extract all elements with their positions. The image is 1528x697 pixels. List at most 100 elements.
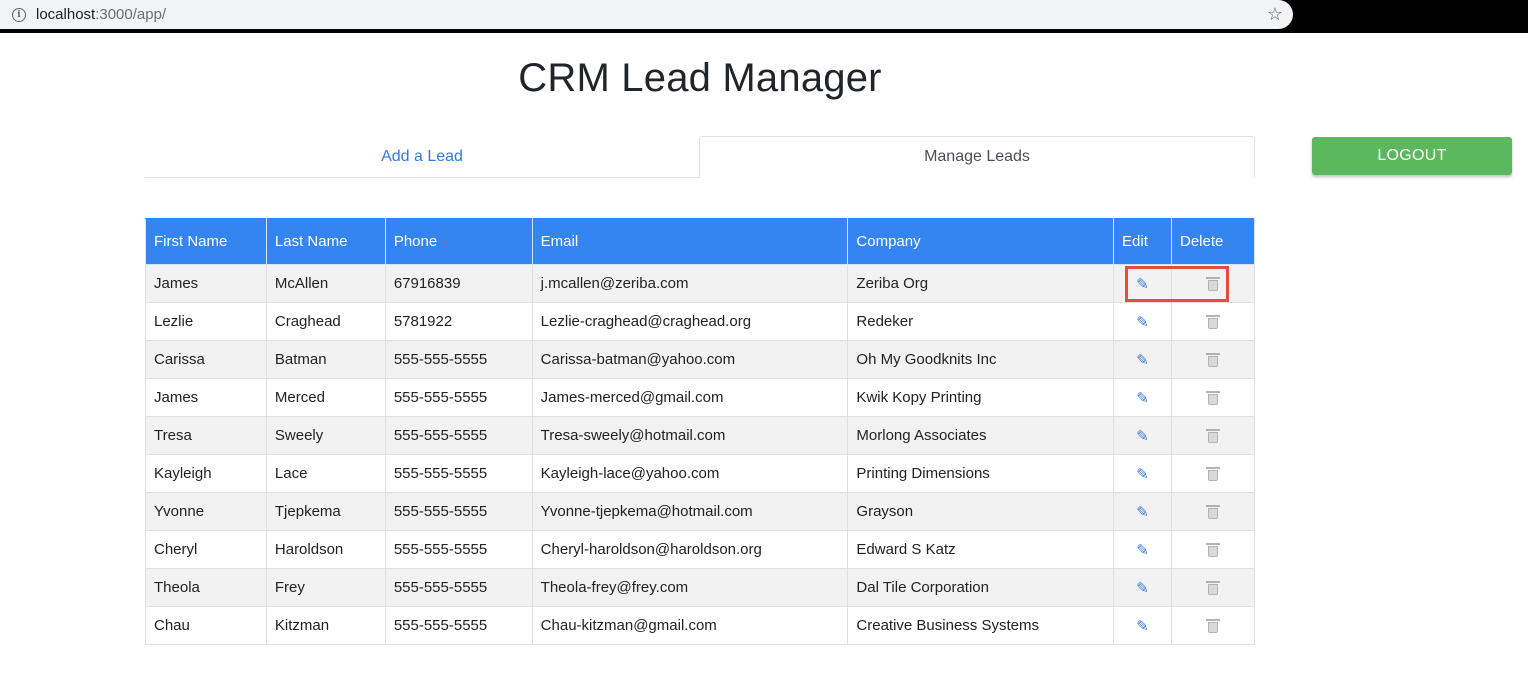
cell-email: Cheryl-haroldson@haroldson.org <box>531 530 849 569</box>
browser-chrome: i localhost :3000/app/ ☆ <box>0 0 1528 33</box>
pencil-icon[interactable]: ✎ <box>1136 617 1149 635</box>
trash-icon[interactable] <box>1206 505 1220 520</box>
cell-first-name: Carissa <box>145 340 267 379</box>
cell-edit: ✎ <box>1113 340 1172 379</box>
cell-first-name: Yvonne <box>145 492 267 531</box>
cell-last-name: Lace <box>265 454 386 493</box>
trash-icon[interactable] <box>1206 353 1220 368</box>
table-row: Tresa Sweely 555-555-5555 Tresa-sweely@hotm… <box>145 416 1255 455</box>
tab-add-lead[interactable]: Add a Lead <box>145 136 699 178</box>
cell-company: Edward S Katz <box>847 530 1115 569</box>
logout-button[interactable]: LOGOUT <box>1312 137 1512 175</box>
cell-delete <box>1171 492 1255 531</box>
pencil-icon[interactable]: ✎ <box>1136 313 1149 331</box>
cell-delete <box>1171 568 1255 607</box>
trash-icon[interactable] <box>1206 543 1220 558</box>
cell-last-name: Batman <box>265 340 386 379</box>
pencil-icon[interactable]: ✎ <box>1136 541 1149 559</box>
trash-icon[interactable] <box>1206 277 1220 292</box>
cell-email: Tresa-sweely@hotmail.com <box>531 416 849 455</box>
pencil-icon[interactable]: ✎ <box>1136 427 1149 445</box>
url-path: :3000/app/ <box>95 6 167 23</box>
cell-first-name: James <box>145 378 267 417</box>
table-row: Kayleigh Lace 555-555-5555 Kayleigh-lace@ya… <box>145 454 1255 493</box>
cell-edit: ✎ <box>1113 264 1172 303</box>
cell-first-name: Kayleigh <box>145 454 267 493</box>
cell-delete <box>1171 606 1255 645</box>
table-row: Theola Frey 555-555-5555 Theola-frey@frey.c… <box>145 568 1255 607</box>
url-host: localhost <box>36 6 96 23</box>
cell-phone: 5781922 <box>384 302 533 341</box>
cell-phone: 555-555-5555 <box>384 378 533 417</box>
cell-phone: 67916839 <box>384 264 533 303</box>
cell-edit: ✎ <box>1113 606 1172 645</box>
address-bar[interactable]: i localhost :3000/app/ ☆ <box>0 0 1293 29</box>
cell-company: Printing Dimensions <box>847 454 1115 493</box>
bookmark-star-icon[interactable]: ☆ <box>1267 4 1283 24</box>
column-header-first-name[interactable]: First Name <box>145 218 267 265</box>
trash-icon[interactable] <box>1206 315 1220 330</box>
table-row: James McAllen 67916839 j.mcallen@zeriba.com… <box>145 264 1255 303</box>
pencil-icon[interactable]: ✎ <box>1136 465 1149 483</box>
cell-edit: ✎ <box>1113 530 1172 569</box>
column-header-delete: Delete <box>1171 218 1255 265</box>
table-row: Lezlie Craghead 5781922 Lezlie-craghead@cra… <box>145 302 1255 341</box>
page-title: CRM Lead Manager <box>518 56 882 100</box>
cell-first-name: Tresa <box>145 416 267 455</box>
cell-email: James-merced@gmail.com <box>531 378 849 417</box>
trash-icon[interactable] <box>1206 467 1220 482</box>
column-header-phone[interactable]: Phone <box>384 218 533 265</box>
cell-last-name: McAllen <box>265 264 386 303</box>
cell-first-name: Lezlie <box>145 302 267 341</box>
cell-delete <box>1171 302 1255 341</box>
cell-phone: 555-555-5555 <box>384 416 533 455</box>
trash-icon[interactable] <box>1206 581 1220 596</box>
trash-icon[interactable] <box>1206 429 1220 444</box>
cell-company: Redeker <box>847 302 1115 341</box>
column-header-edit: Edit <box>1113 218 1172 265</box>
cell-edit: ✎ <box>1113 302 1172 341</box>
cell-last-name: Frey <box>265 568 386 607</box>
cell-email: Lezlie-craghead@craghead.org <box>531 302 849 341</box>
column-header-email[interactable]: Email <box>531 218 849 265</box>
table-body: James McAllen 67916839 j.mcallen@zeriba.com… <box>145 264 1255 645</box>
cell-company: Creative Business Systems <box>847 606 1115 645</box>
cell-last-name: Kitzman <box>265 606 386 645</box>
table-row: Chau Kitzman 555-555-5555 Chau-kitzman@gmai… <box>145 606 1255 645</box>
cell-email: Kayleigh-lace@yahoo.com <box>531 454 849 493</box>
cell-company: Oh My Goodknits Inc <box>847 340 1115 379</box>
cell-first-name: Chau <box>145 606 267 645</box>
cell-delete <box>1171 530 1255 569</box>
cell-last-name: Craghead <box>265 302 386 341</box>
table-row: Carissa Batman 555-555-5555 Carissa-batman@… <box>145 340 1255 379</box>
cell-email: Theola-frey@frey.com <box>531 568 849 607</box>
cell-company: Morlong Associates <box>847 416 1115 455</box>
cell-email: Yvonne-tjepkema@hotmail.com <box>531 492 849 531</box>
cell-last-name: Sweely <box>265 416 386 455</box>
cell-edit: ✎ <box>1113 492 1172 531</box>
cell-edit: ✎ <box>1113 416 1172 455</box>
cell-company: Kwik Kopy Printing <box>847 378 1115 417</box>
table-header-row: First Name Last Name Phone Email Company… <box>145 218 1255 265</box>
trash-icon[interactable] <box>1206 619 1220 634</box>
pencil-icon[interactable]: ✎ <box>1136 389 1149 407</box>
cell-edit: ✎ <box>1113 568 1172 607</box>
cell-last-name: Haroldson <box>265 530 386 569</box>
pencil-icon[interactable]: ✎ <box>1136 503 1149 521</box>
cell-first-name: James <box>145 264 267 303</box>
cell-delete <box>1171 340 1255 379</box>
tab-manage-leads[interactable]: Manage Leads <box>699 136 1255 178</box>
pencil-icon[interactable]: ✎ <box>1136 351 1149 369</box>
info-icon[interactable]: i <box>12 7 26 22</box>
cell-first-name: Theola <box>145 568 267 607</box>
cell-delete <box>1171 264 1255 303</box>
cell-company: Dal Tile Corporation <box>847 568 1115 607</box>
cell-last-name: Merced <box>265 378 386 417</box>
cell-first-name: Cheryl <box>145 530 267 569</box>
pencil-icon[interactable]: ✎ <box>1136 579 1149 597</box>
column-header-company[interactable]: Company <box>847 218 1115 265</box>
trash-icon[interactable] <box>1206 391 1220 406</box>
cell-email: Chau-kitzman@gmail.com <box>531 606 849 645</box>
column-header-last-name[interactable]: Last Name <box>265 218 386 265</box>
pencil-icon[interactable]: ✎ <box>1136 275 1149 293</box>
